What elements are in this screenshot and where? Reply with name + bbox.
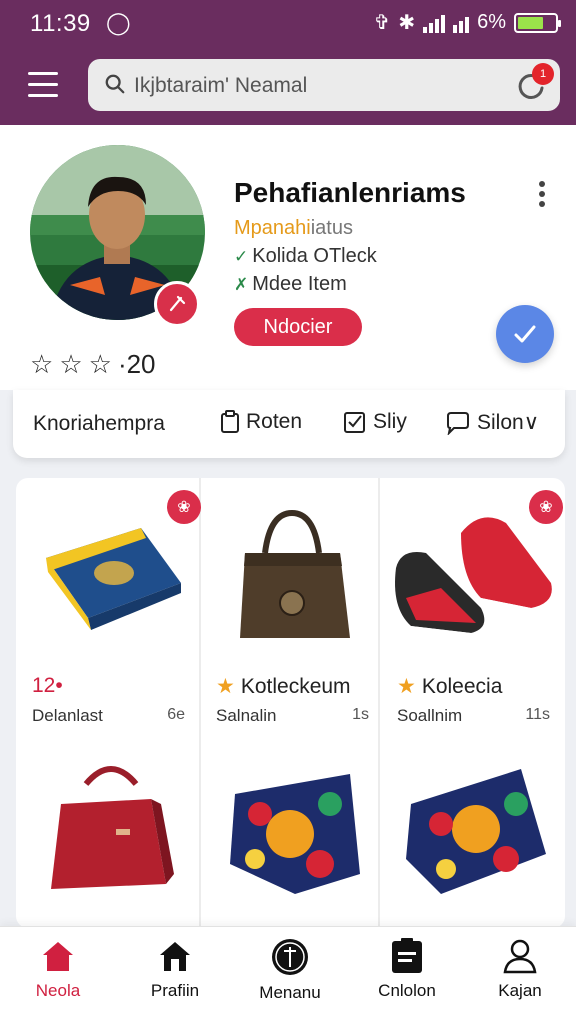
- cross-icon: ✗: [234, 275, 249, 294]
- status-bar: 11:39 ◯ ✞ ✱ 6%: [0, 0, 576, 48]
- product-card[interactable]: ❀ 12• Delanlast 6e: [16, 478, 201, 725]
- status-icons: ✞ ✱ 6%: [373, 10, 561, 35]
- follow-button[interactable]: Ndocier: [234, 308, 362, 346]
- home-icon: [43, 942, 73, 971]
- bottom-navigation: Neola Prafiin Menanu Cnlolon Kajan: [0, 926, 576, 1024]
- profile-line2: Mdee Item: [252, 273, 347, 295]
- product-grid: ❀ 12• Delanlast 6e ★ Kotleckeum Salnalin…: [16, 478, 565, 928]
- nav-explore[interactable]: Menanu: [240, 937, 340, 1003]
- product-title: ★ Koleecia: [397, 674, 502, 699]
- rating-value: ·20: [117, 349, 156, 379]
- verify-button[interactable]: [496, 305, 554, 363]
- product-image-red-bag: [51, 766, 174, 889]
- check-icon: ✓: [234, 247, 249, 266]
- app-header: 11:39 ◯ ✞ ✱ 6% 1: [0, 0, 576, 125]
- vibrate-icon: ✱: [398, 12, 416, 34]
- store-icon: [160, 942, 190, 971]
- menu-button[interactable]: [28, 72, 58, 98]
- tab-label: Knoriahempra: [33, 412, 165, 435]
- profile-role-rest: iatus: [310, 217, 353, 239]
- product-title: 12•: [32, 674, 63, 697]
- search-icon: [105, 74, 125, 94]
- product-count: 6e: [167, 706, 185, 723]
- product-count: 1s: [352, 706, 369, 723]
- product-image-floral-shorts: [230, 774, 360, 894]
- product-subtitle: Salnalin: [216, 706, 277, 725]
- tab-checklist[interactable]: Sliy: [343, 410, 407, 434]
- product-title-text: Kotleckeum: [240, 674, 351, 698]
- product-subtitle: Delanlast: [32, 706, 103, 725]
- product-card[interactable]: ★ Kotleckeum Salnalin 1s: [200, 478, 383, 725]
- tab-overview[interactable]: Knoriahempra: [33, 412, 165, 436]
- profile-name: Pehafianlenriams: [234, 177, 466, 208]
- nav-label: Prafiin: [150, 981, 200, 1000]
- nav-home[interactable]: Neola: [8, 937, 108, 1001]
- tab-clipboard[interactable]: Roten: [220, 410, 302, 434]
- battery-icon: [514, 12, 561, 33]
- product-image-floral-shorts-folded: [406, 769, 546, 894]
- profile-role-highlight: Mpanahi: [234, 217, 311, 239]
- signal-icon: [423, 13, 446, 33]
- star-outline-icon-3: ☆: [88, 349, 112, 379]
- profile-detail-2: ✗ Mdee Item: [234, 273, 347, 296]
- tab-label: Roten: [246, 410, 303, 433]
- checkmark-icon: [514, 325, 536, 343]
- product-card[interactable]: [16, 734, 199, 928]
- profile-detail-1: ✓ Kolida OTleck: [234, 245, 377, 268]
- status-time: 11:39: [30, 10, 91, 37]
- tab-label: Sliy: [373, 410, 407, 433]
- document-icon: [392, 938, 422, 973]
- pen-icon: [169, 295, 186, 312]
- chat-icon: [447, 411, 469, 435]
- compass-icon: [272, 939, 308, 975]
- product-card[interactable]: [200, 734, 383, 928]
- nav-account[interactable]: Kajan: [470, 937, 570, 1001]
- rating: ☆ ☆ ☆ ·20: [30, 349, 156, 380]
- checkbox-icon: [344, 412, 365, 433]
- product-card[interactable]: ❀ ★ Koleecia Soallnim 11s: [381, 478, 564, 725]
- product-subtitle: Soallnim: [397, 706, 463, 725]
- nav-store[interactable]: Prafiin: [125, 937, 225, 1001]
- star-icon: ★: [216, 675, 235, 698]
- bluetooth-icon: ✞: [373, 12, 391, 34]
- search-bar[interactable]: 1: [88, 59, 560, 111]
- edit-avatar-button[interactable]: [154, 281, 200, 327]
- profile-line1: Kolida OTleck: [252, 245, 377, 267]
- product-image-sneakers: [395, 517, 552, 640]
- product-title-text: Koleecia: [421, 674, 503, 698]
- star-icon: ★: [397, 675, 416, 698]
- signal-icon-2: [453, 13, 470, 33]
- nav-orders[interactable]: Cnlolon: [357, 937, 457, 1001]
- nav-label: Neola: [35, 981, 81, 1000]
- profile-card: Pehafianlenriams Mpanahiiatus ✓ Kolida OT…: [0, 125, 576, 390]
- profile-role: Mpanahiiatus: [234, 217, 353, 240]
- nav-label: Menanu: [259, 983, 321, 1002]
- product-count: 11s: [525, 706, 550, 723]
- alarm-icon: ◯: [106, 10, 131, 35]
- product-image-tote-bag: [240, 509, 350, 638]
- battery-percent: 6%: [477, 11, 506, 33]
- notification-badge: 1: [532, 63, 554, 85]
- profile-tabs: Knoriahempra Roten Sliy Silon∨: [13, 390, 565, 458]
- user-icon: [503, 939, 537, 974]
- tab-chat[interactable]: Silon∨: [445, 410, 539, 435]
- star-outline-icon-2: ☆: [59, 349, 83, 379]
- search-input[interactable]: [134, 72, 494, 100]
- product-title: ★ Kotleckeum: [216, 674, 351, 699]
- product-image-jersey: [46, 528, 181, 630]
- product-card[interactable]: [381, 734, 564, 928]
- clipboard-icon: [221, 410, 239, 433]
- star-outline-icon: ☆: [30, 349, 54, 379]
- nav-label: Kajan: [498, 981, 542, 1000]
- nav-label: Cnlolon: [378, 981, 436, 1000]
- tab-label: Silon∨: [477, 411, 540, 434]
- more-options-icon[interactable]: [534, 181, 550, 211]
